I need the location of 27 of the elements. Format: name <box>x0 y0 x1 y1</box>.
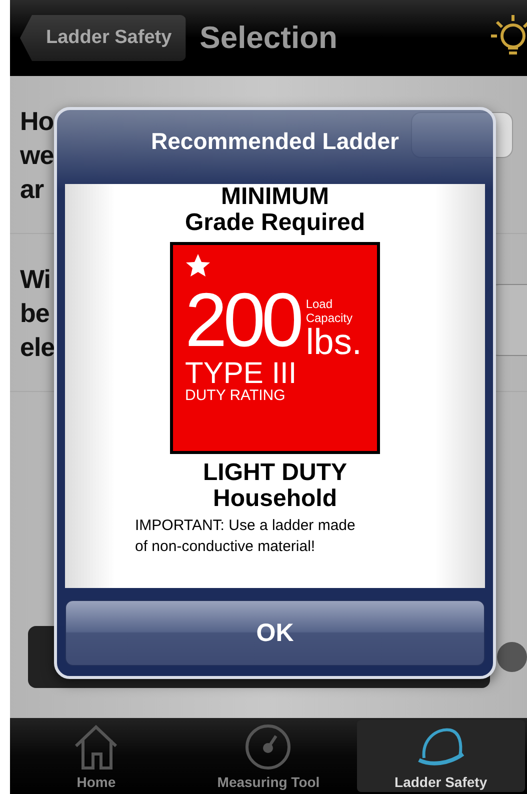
tab-bar-item[interactable]: Home <box>12 720 180 792</box>
question-text: ele <box>20 331 55 364</box>
star-icon <box>185 252 211 279</box>
capacity-unit: lbs. <box>306 324 362 359</box>
duty-grade: LIGHT DUTY <box>203 460 347 486</box>
label-heading: MINIMUM <box>221 184 329 210</box>
capacity-value: 200 <box>185 282 300 359</box>
capacity-caption: Capacity <box>306 310 354 325</box>
question-text: Wi <box>20 263 51 296</box>
back-button[interactable]: Ladder Safety <box>20 15 186 61</box>
gauge-icon <box>245 724 292 770</box>
capacity-caption: Load <box>306 296 334 311</box>
label-heading: Grade Required <box>184 210 366 236</box>
tab-bar-item[interactable]: Measuring Tool <box>184 720 353 792</box>
question-text: Ho <box>20 105 54 138</box>
question-text: ar <box>20 173 44 206</box>
ladder-type: TYPE III <box>185 358 298 389</box>
tab-bar-item[interactable]: Ladder Safety <box>356 720 525 792</box>
dialog-title: Recommended Ladder <box>151 128 399 156</box>
important-note: IMPORTANT: Use a ladder made <box>135 518 356 533</box>
question-text: we <box>20 139 54 172</box>
duty-rating-caption: DUTY RATING <box>185 388 286 403</box>
question-text: be <box>20 297 50 330</box>
important-note: of non-conductive material! <box>135 538 316 554</box>
duty-use: Household <box>213 486 337 512</box>
screen-title: Selection <box>200 20 338 56</box>
ok-button[interactable]: OK <box>65 600 485 666</box>
